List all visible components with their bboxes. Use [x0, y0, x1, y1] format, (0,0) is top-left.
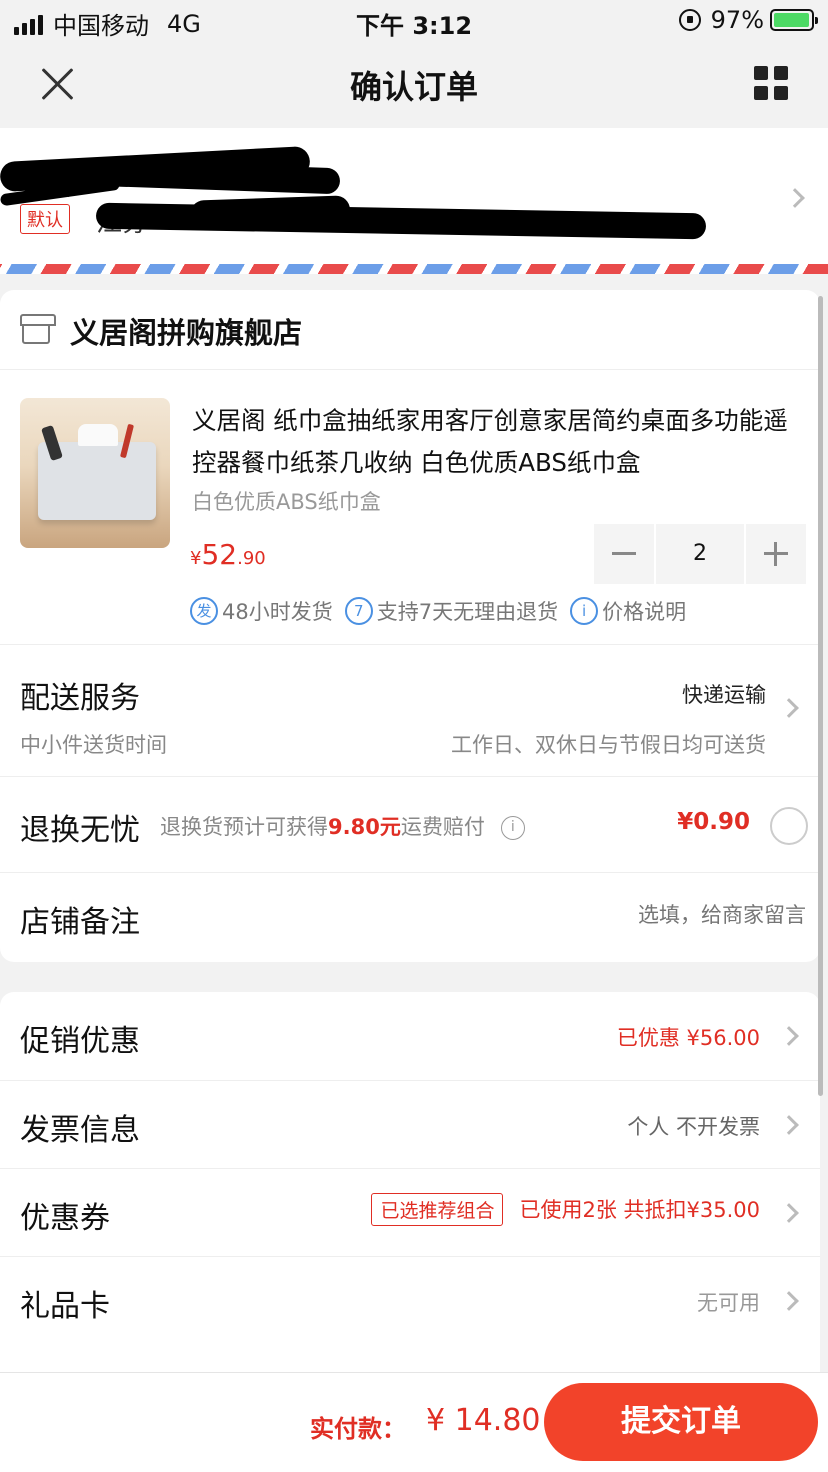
return-insurance-radio[interactable]: [770, 807, 808, 845]
guarantee-label: 支持7天无理由退货: [376, 600, 559, 624]
promotion-value: 已优惠 ¥56.00: [616, 1026, 760, 1050]
address-card[interactable]: 宋� 默认 江苏: [0, 128, 828, 264]
service-guarantees: 发 48小时发货 7 支持7天无理由退货 i 价格说明: [190, 596, 698, 626]
promotion-row[interactable]: 促销优惠 已优惠 ¥56.00: [0, 992, 820, 1080]
guarantee-returns: 7 支持7天无理由退货: [344, 596, 559, 626]
price-integer: 52: [201, 538, 238, 571]
coupon-value: 已使用2张 共抵扣¥35.00: [519, 1198, 760, 1222]
increase-button[interactable]: [746, 524, 806, 584]
info-icon[interactable]: i: [500, 816, 525, 840]
redaction-mark: [95, 202, 707, 240]
gift-card-value: 无可用: [697, 1291, 760, 1315]
status-right: 97%: [678, 6, 818, 34]
product-title[interactable]: 义居阁 纸巾盒抽纸家用客厅创意家居简约桌面多功能遥控器餐巾纸茶几收纳 白色优质A…: [192, 400, 804, 484]
delivery-method: 快递运输: [682, 683, 766, 707]
pay-label: 实付款：: [310, 1415, 406, 1443]
chevron-right-icon: [779, 1203, 799, 1223]
product-image[interactable]: [20, 398, 170, 548]
shop-name: 义居阁拼购旗舰店: [70, 316, 303, 350]
guarantee-shipping: 发 48小时发货: [190, 596, 333, 626]
checkout-bar: 实付款： ¥ 14.80 提交订单: [0, 1372, 828, 1472]
decrease-button[interactable]: [594, 524, 654, 584]
promotion-title: 促销优惠: [20, 1024, 140, 1059]
coupon-row[interactable]: 优惠券 已选推荐组合 已使用2张 共抵扣¥35.00: [0, 1168, 820, 1256]
store-icon: [20, 314, 56, 344]
coupon-value-wrap: 已选推荐组合 已使用2张 共抵扣¥35.00: [371, 1193, 760, 1226]
status-bar: 中国移动 4G 下午 3:12 97%: [0, 0, 828, 42]
page-title: 确认订单: [349, 68, 478, 106]
invoice-value: 个人 不开发票: [627, 1115, 760, 1139]
default-address-tag: 默认: [20, 204, 70, 234]
return-title: 退换无忧: [20, 813, 140, 848]
address-border-stripe: [0, 264, 828, 274]
summary-card: 促销优惠 已优惠 ¥56.00 发票信息 个人 不开发票 优惠券 已选推荐组合已…: [0, 992, 820, 1392]
return-desc-text: 退换货预计可获得: [160, 815, 328, 839]
return-description: 退换货预计可获得9.80元运费赔付 i: [160, 811, 525, 841]
submit-order-button[interactable]: 提交订单: [544, 1383, 818, 1461]
chevron-right-icon: [779, 1291, 799, 1311]
chevron-right-icon: [779, 1026, 799, 1046]
shop-remark-row: 店铺备注: [0, 872, 820, 962]
guarantee-label: 48小时发货: [222, 600, 333, 624]
order-card: 义居阁拼购旗舰店 义居阁 纸巾盒抽纸家用客厅创意家居简约桌面多功能遥控器餐巾纸茶…: [0, 290, 820, 962]
grid-menu-icon[interactable]: [754, 66, 788, 100]
scrollbar[interactable]: [818, 296, 823, 1096]
delivery-row[interactable]: 配送服务 中小件送货时间 快递运输 工作日、双休日与节假日均可送货: [0, 644, 820, 776]
invoice-title: 发票信息: [20, 1113, 140, 1148]
return-desc-amount: 9.80元: [328, 815, 401, 839]
battery-icon: [770, 9, 818, 31]
pay-amount: ¥ 14.80: [426, 1403, 541, 1438]
seven-day-icon: 7: [344, 597, 373, 625]
return-price: ¥0.90: [677, 809, 750, 835]
invoice-row[interactable]: 发票信息 个人 不开发票: [0, 1080, 820, 1168]
return-insurance-row: 退换无忧 退换货预计可获得9.80元运费赔付 i ¥0.90: [0, 776, 820, 872]
coupon-title: 优惠券: [20, 1201, 110, 1236]
quantity-stepper: 2: [594, 524, 808, 584]
gift-card-title: 礼品卡: [20, 1289, 110, 1324]
nav-bar: 确认订单: [0, 42, 828, 128]
gift-card-row[interactable]: 礼品卡 无可用: [0, 1256, 820, 1344]
chevron-right-icon: [785, 188, 805, 208]
ship-badge-icon: 发: [190, 597, 218, 625]
product-price: ¥52.90: [190, 538, 266, 571]
chevron-right-icon: [779, 698, 799, 718]
price-decimal: .90: [237, 548, 266, 569]
remark-title: 店铺备注: [20, 905, 140, 940]
guarantee-price-info[interactable]: i 价格说明: [570, 596, 686, 626]
price-currency: ¥: [190, 548, 202, 569]
guarantee-label: 价格说明: [602, 600, 687, 624]
rotation-lock-icon: [678, 9, 701, 31]
info-icon: i: [570, 597, 599, 625]
delivery-title: 配送服务: [20, 681, 140, 716]
quantity-value[interactable]: 2: [656, 524, 744, 584]
remark-input[interactable]: [426, 903, 806, 927]
delivery-note: 工作日、双休日与节假日均可送货: [451, 733, 766, 757]
shop-header[interactable]: 义居阁拼购旗舰店: [0, 290, 820, 370]
battery-percent: 97%: [710, 6, 764, 34]
coupon-combo-tag: 已选推荐组合: [371, 1193, 504, 1226]
return-desc-text: 运费赔付: [400, 815, 485, 839]
delivery-subtitle: 中小件送货时间: [20, 733, 167, 757]
chevron-right-icon: [779, 1115, 799, 1135]
product-spec: 白色优质ABS纸巾盒: [192, 490, 381, 514]
